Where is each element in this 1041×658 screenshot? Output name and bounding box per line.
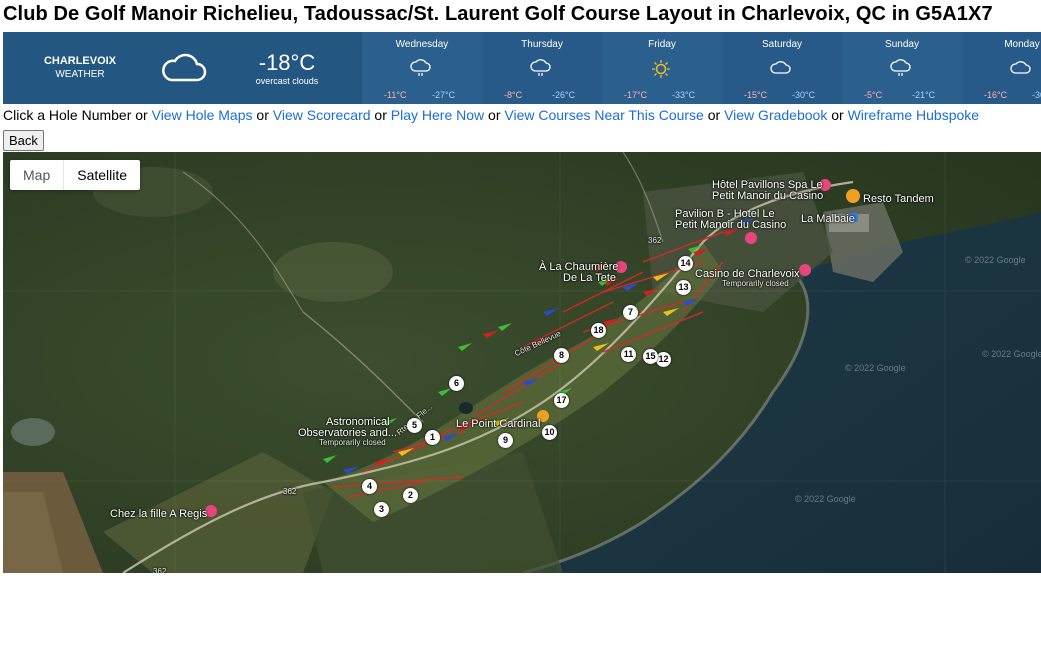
map-type-control: Map Satellite (10, 160, 141, 190)
hole-marker[interactable]: 1 (425, 430, 440, 445)
hole-marker[interactable]: 11 (621, 347, 636, 362)
weather-brand-label: WEATHER (55, 69, 105, 80)
place-label[interactable]: Chez la fille A Regis (110, 508, 207, 520)
current-desc: overcast clouds (255, 76, 319, 86)
forecast-high: -21°C (912, 90, 936, 100)
place-label[interactable]: Resto Tandem (863, 193, 934, 205)
hole-marker[interactable]: 5 (407, 418, 422, 433)
map-type-satellite-button[interactable]: Satellite (64, 160, 140, 190)
links-separator: or (703, 107, 725, 123)
hole-marker[interactable]: 3 (374, 502, 389, 517)
forecast-low: -15°C (744, 90, 768, 100)
place-status: Temporarily closed (722, 279, 789, 288)
links-prefix: Click a Hole Number or (3, 107, 152, 123)
action-links: Click a Hole Number or View Hole Maps or… (3, 107, 979, 123)
view-courses-near-link[interactable]: View Courses Near This Course (504, 107, 703, 123)
hole-marker[interactable]: 12 (656, 352, 671, 367)
play-here-now-link[interactable]: Play Here Now (391, 107, 484, 123)
place-status: Temporarily closed (319, 438, 386, 447)
forecast-high: -30°C (792, 90, 816, 100)
forecast-day-name: Sunday (885, 39, 919, 50)
forecast-low: -16°C (984, 90, 1008, 100)
back-button[interactable]: Back (3, 130, 44, 151)
snow-cloud-icon (410, 59, 432, 82)
forecast-day-name: Monday (1004, 39, 1040, 50)
forecast-day-name: Thursday (521, 39, 563, 50)
road-label: 362 (648, 236, 662, 245)
weather-brand: CHARLEVOIX WEATHER (33, 55, 127, 81)
hole-marker[interactable]: 8 (554, 348, 569, 363)
place-label[interactable]: La Malbaie (801, 213, 855, 225)
forecast-day: Saturday -15°C -30°C (722, 32, 842, 104)
sun-icon (650, 59, 672, 84)
forecast-day-name: Friday (648, 39, 676, 50)
cloud-icon (159, 50, 209, 89)
current-temp: -18°C (258, 50, 316, 75)
map-copyright: © 2022 Google (982, 349, 1041, 359)
hole-marker[interactable]: 14 (678, 256, 693, 271)
hole-marker[interactable]: 4 (362, 479, 377, 494)
wireframe-hubspoke-link[interactable]: Wireframe Hubspoke (848, 107, 980, 123)
place-label[interactable]: Petit Manoir du Casino (712, 190, 823, 202)
forecast-low: -8°C (504, 90, 523, 100)
weather-widget: CHARLEVOIX WEATHER -18°C overcast clouds… (3, 32, 1041, 104)
current-weather: -18°C overcast clouds (249, 50, 325, 87)
forecast-day: Monday -16°C -30 (962, 32, 1041, 104)
snow-cloud-icon (530, 59, 552, 82)
snow-cloud-icon (890, 59, 912, 82)
satellite-map[interactable]: Map Satellite Hôtel Pavillons Spa Le Pet… (3, 152, 1041, 573)
forecast-day-name: Saturday (761, 39, 803, 50)
map-copyright: © 2022 Google (795, 494, 856, 504)
place-label[interactable]: Le Point Cardinal (456, 418, 540, 430)
forecast-day: Sunday -5°C -21°C (842, 32, 962, 104)
cloud-icon (770, 59, 792, 82)
forecast-high: -26°C (552, 90, 576, 100)
forecast-low: -11°C (384, 90, 407, 100)
forecast-low: -5°C (864, 90, 883, 100)
forecast-day: Thursday -8°C -26°C (482, 32, 602, 104)
page-title: Club De Golf Manoir Richelieu, Tadoussac… (3, 3, 993, 25)
hole-marker[interactable]: 15 (643, 349, 658, 364)
road-label: 362 (283, 487, 297, 496)
view-gradebook-link[interactable]: View Gradebook (724, 107, 827, 123)
forecast-low: -17°C (624, 90, 648, 100)
hole-marker[interactable]: 18 (591, 323, 606, 338)
links-separator: or (827, 107, 848, 123)
hole-marker[interactable]: 2 (403, 488, 418, 503)
hole-marker[interactable]: 10 (542, 425, 557, 440)
hole-marker[interactable]: 17 (554, 393, 569, 408)
hole-marker[interactable]: 7 (623, 305, 638, 320)
view-scorecard-link[interactable]: View Scorecard (273, 107, 371, 123)
links-separator: or (484, 107, 505, 123)
hole-marker[interactable]: 13 (676, 280, 691, 295)
forecast-high: -33°C (672, 90, 696, 100)
links-separator: or (370, 107, 391, 123)
map-copyright: © 2022 Google (965, 255, 1026, 265)
links-separator: or (252, 107, 273, 123)
road-label: 362 (153, 567, 167, 573)
map-type-map-button[interactable]: Map (10, 160, 65, 190)
forecast-high: -27°C (432, 90, 456, 100)
weather-brand-city: CHARLEVOIX (43, 55, 117, 67)
forecast-high: -30 (1032, 90, 1041, 100)
view-hole-maps-link[interactable]: View Hole Maps (152, 107, 253, 123)
forecast-day: Friday -17°C -33°C (602, 32, 722, 104)
place-label[interactable]: Petit Manoir du Casino (675, 219, 786, 231)
forecast-day-name: Wednesday (395, 39, 449, 50)
hole-marker[interactable]: 9 (498, 433, 513, 448)
cloud-icon (1010, 59, 1032, 82)
place-label[interactable]: De La Tete (563, 272, 616, 284)
forecast-day: Wednesday -11°C -27°C (362, 32, 482, 104)
map-copyright: © 2022 Google (845, 363, 906, 373)
